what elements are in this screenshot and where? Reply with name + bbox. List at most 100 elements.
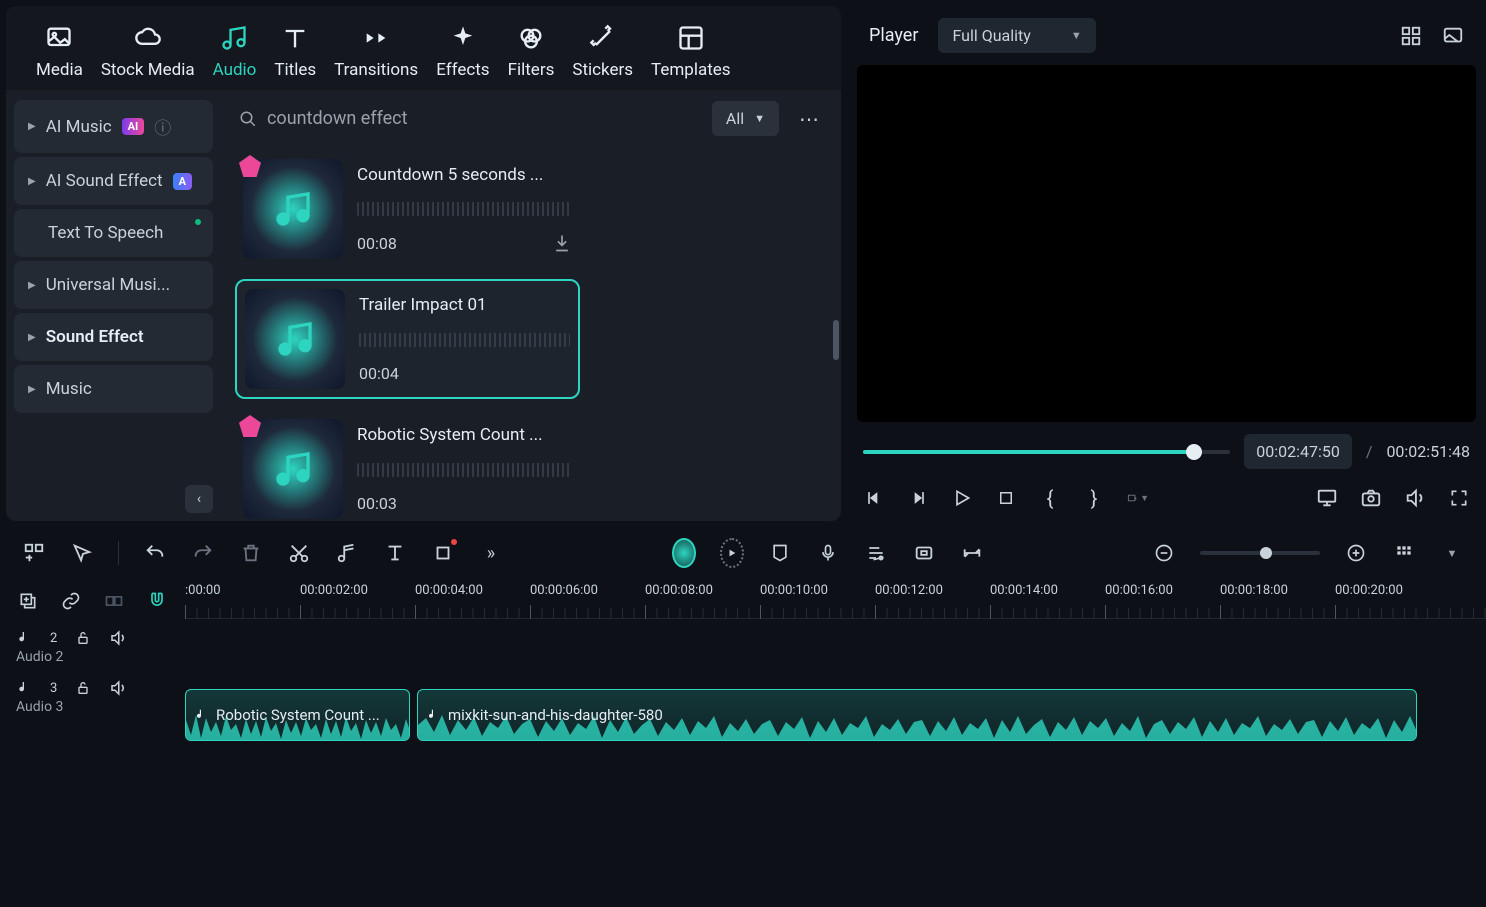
zoom-out-button[interactable]	[1152, 541, 1176, 565]
track-header[interactable]: 3	[0, 673, 185, 699]
audio-clip[interactable]: Robotic System Count ...	[185, 689, 410, 741]
expand-icon[interactable]: ▼	[1440, 541, 1464, 565]
track-lane[interactable]	[185, 619, 1486, 683]
zoom-knob[interactable]	[1260, 547, 1272, 559]
voiceover-icon[interactable]	[816, 541, 840, 565]
tab-titles[interactable]: Titles	[274, 24, 316, 80]
lock-icon[interactable]	[75, 680, 91, 696]
caret-icon: ▶	[28, 384, 36, 395]
zoom-slider[interactable]	[1200, 551, 1320, 555]
mute-icon[interactable]	[109, 679, 127, 697]
keyframe-icon[interactable]	[912, 541, 936, 565]
ruler-tick: 00:00:02:00	[300, 583, 368, 598]
search-input[interactable]: countdown effect	[235, 100, 700, 137]
tab-audio[interactable]: Audio	[213, 24, 257, 80]
aspect-button[interactable]: ▼	[1127, 487, 1149, 509]
track-lane[interactable]: Robotic System Count ... mixkit-sun-and-…	[185, 683, 1486, 747]
caret-icon: ▶	[28, 280, 36, 291]
add-track-icon[interactable]	[22, 541, 46, 565]
quality-dropdown[interactable]: Full Quality ▼	[938, 18, 1095, 53]
lock-icon[interactable]	[75, 630, 91, 646]
sidebar-item-ai-music[interactable]: ▶ AI Music AI ⓘ	[14, 100, 213, 153]
tab-label: Audio	[213, 60, 257, 80]
sidebar-item-label: Text To Speech	[48, 223, 163, 243]
music-note-icon	[194, 708, 208, 722]
volume-button[interactable]	[1404, 487, 1426, 509]
tab-filters[interactable]: Filters	[508, 24, 555, 80]
fullscreen-button[interactable]	[1448, 487, 1470, 509]
sidebar-item-universal-music[interactable]: ▶ Universal Musi...	[14, 261, 213, 309]
video-preview[interactable]	[857, 65, 1476, 422]
group-icon[interactable]	[103, 589, 126, 613]
redo-button[interactable]	[191, 541, 215, 565]
more-options-button[interactable]: ⋯	[791, 101, 827, 137]
filter-dropdown[interactable]: All ▼	[712, 101, 779, 136]
range-icon[interactable]	[960, 541, 984, 565]
link-icon[interactable]	[59, 589, 82, 613]
mark-in-button[interactable]: {	[1039, 487, 1061, 509]
mute-icon[interactable]	[109, 629, 127, 647]
ruler-tick: 00:00:18:00	[1220, 583, 1288, 598]
render-icon[interactable]	[720, 541, 744, 565]
help-icon[interactable]: ⓘ	[154, 114, 171, 139]
add-media-icon[interactable]	[16, 589, 39, 613]
sidebar-item-ai-sound-effect[interactable]: ▶ AI Sound Effect A	[14, 157, 213, 205]
ai-badge: AI	[122, 118, 145, 135]
tab-media[interactable]: Media	[36, 24, 83, 80]
time-ruler[interactable]: :00:00 00:00:02:00 00:00:04:00 00:00:06:…	[185, 579, 1486, 619]
zoom-in-button[interactable]	[1344, 541, 1368, 565]
text-tool-icon[interactable]	[383, 541, 407, 565]
delete-button[interactable]	[239, 541, 263, 565]
grid-toggle-icon[interactable]	[1392, 541, 1416, 565]
sidebar-item-text-to-speech[interactable]: Text To Speech	[14, 209, 213, 257]
playback-scrubber[interactable]	[863, 450, 1230, 454]
tab-stickers[interactable]: Stickers	[572, 24, 633, 80]
display-button[interactable]	[1316, 487, 1338, 509]
audio-beat-icon[interactable]	[335, 541, 359, 565]
tab-label: Stickers	[572, 60, 633, 80]
sidebar-item-label: AI Music	[46, 117, 112, 137]
tab-transitions[interactable]: Transitions	[334, 24, 418, 80]
sidebar-item-music[interactable]: ▶ Music	[14, 365, 213, 413]
ruler-tick: 00:00:14:00	[990, 583, 1058, 598]
track-number: 2	[50, 631, 57, 646]
stop-button[interactable]	[995, 487, 1017, 509]
scrubber-knob[interactable]	[1186, 444, 1202, 460]
mixer-icon[interactable]	[864, 541, 888, 565]
sidebar-item-sound-effect[interactable]: ▶ Sound Effect	[14, 313, 213, 361]
tab-effects[interactable]: Effects	[436, 24, 489, 80]
marker-icon[interactable]	[768, 541, 792, 565]
premium-badge-icon	[239, 155, 261, 177]
audio-clip[interactable]: mixkit-sun-and-his-daughter-580	[417, 689, 1417, 741]
separator	[118, 541, 119, 565]
track-header[interactable]: 2	[0, 623, 185, 649]
tab-templates[interactable]: Templates	[651, 24, 731, 80]
mode-tabs: Media Stock Media Audio Titles Transitio…	[6, 6, 841, 90]
ai-assist-icon[interactable]	[672, 541, 696, 565]
snapshot-button[interactable]	[1360, 487, 1382, 509]
track-label: Audio 2	[0, 649, 185, 673]
tab-stock-media[interactable]: Stock Media	[101, 24, 195, 80]
layout-icon	[677, 24, 705, 52]
prev-frame-button[interactable]	[863, 487, 885, 509]
select-tool-icon[interactable]	[70, 541, 94, 565]
audio-card[interactable]: Robotic System Count ... 00:03	[235, 411, 580, 521]
tab-label: Titles	[274, 60, 316, 80]
picture-icon[interactable]	[1442, 25, 1464, 47]
timeline-tracks[interactable]: :00:00 00:00:02:00 00:00:04:00 00:00:06:…	[185, 579, 1486, 907]
next-frame-button[interactable]	[907, 487, 929, 509]
undo-button[interactable]	[143, 541, 167, 565]
audio-card[interactable]: Countdown 5 seconds ... 00:08	[235, 151, 580, 267]
collapse-sidebar-button[interactable]: ‹	[185, 485, 213, 513]
mark-out-button[interactable]: }	[1083, 487, 1105, 509]
scrollbar-thumb[interactable]	[833, 320, 839, 360]
cut-button[interactable]	[287, 541, 311, 565]
magnet-icon[interactable]	[146, 589, 169, 613]
play-button[interactable]	[951, 487, 973, 509]
audio-card[interactable]: Trailer Impact 01 00:04	[235, 279, 580, 399]
crop-tool-icon[interactable]	[431, 541, 455, 565]
more-tools-icon[interactable]: »	[479, 541, 503, 565]
download-button[interactable]	[552, 233, 572, 253]
media-icon	[45, 24, 73, 52]
grid-view-icon[interactable]	[1400, 25, 1422, 47]
